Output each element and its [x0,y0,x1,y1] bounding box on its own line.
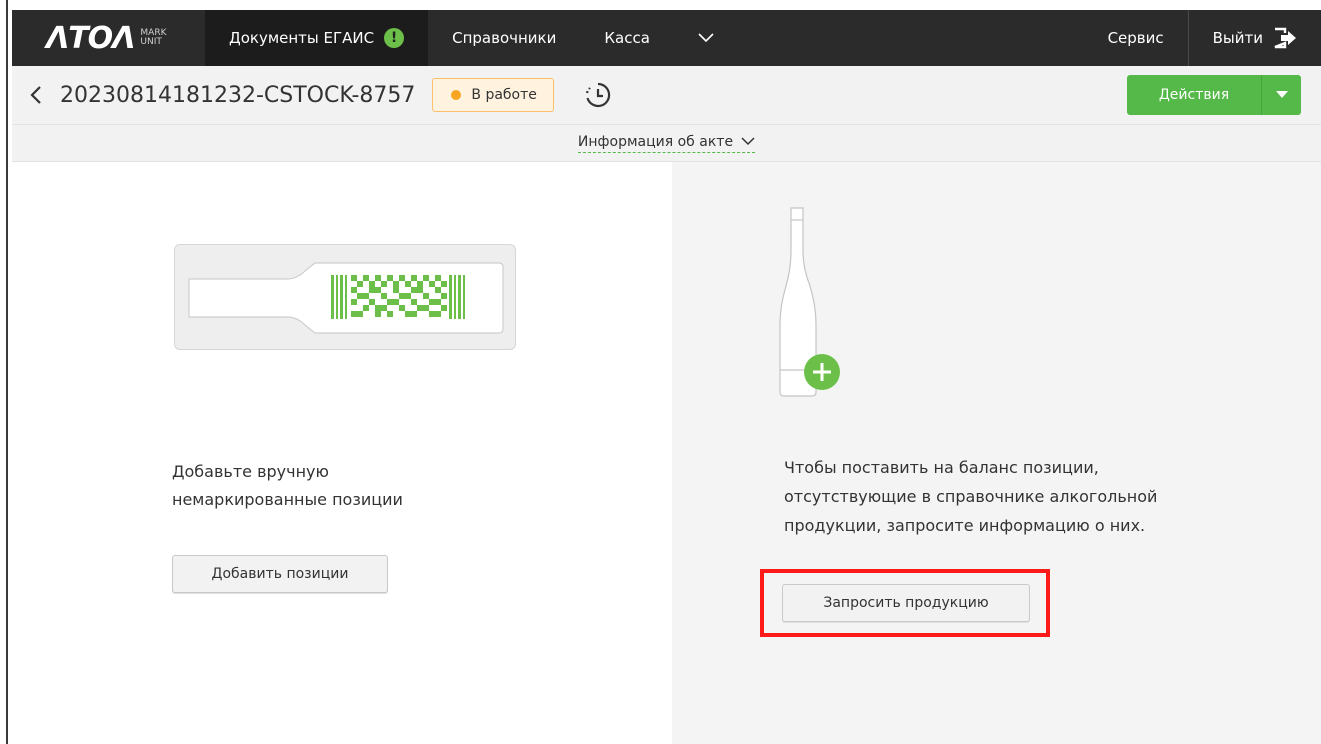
chevron-left-icon [30,86,41,104]
manual-add-panel: Добавьте вручную немаркированные позиции… [12,162,672,744]
chevron-down-icon [698,33,714,43]
add-positions-button[interactable]: Добавить позиции [172,555,388,593]
description-line: Добавьте вручную [172,462,329,481]
actions-button[interactable]: Действия [1127,75,1261,115]
description-line: отсутствующие в справочнике алкогольной [784,487,1158,506]
description-line: немаркированные позиции [172,490,403,509]
act-info-toggle[interactable]: Информация об акте [577,133,756,153]
status-dot-icon [451,90,462,100]
nav-more-dropdown[interactable] [674,10,738,66]
actions-dropdown-button[interactable] [1261,75,1301,115]
logout-button[interactable]: Выйти [1187,10,1321,66]
back-button[interactable] [12,85,60,105]
request-products-description: Чтобы поставить на баланс позиции, отсут… [784,453,1157,540]
bottle-add-icon [779,207,840,397]
page-title: 20230814181232-CSTOCK-8757 [60,82,416,108]
history-button[interactable] [584,81,612,109]
bottle-barcode-icon [188,262,504,334]
description-line: Чтобы поставить на баланс позиции, [784,458,1099,477]
nav-item-directories[interactable]: Справочники [428,10,580,66]
description-line: продукции, запросите информацию о них. [784,516,1146,535]
alert-badge-icon: ! [384,28,405,48]
window-edge [0,0,12,744]
top-navigation: ΛΤΟΛ MARK UNIT Документы ЕГАИС ! Справоч… [12,10,1321,66]
nav-item-label: Справочники [452,29,557,47]
atol-logo[interactable]: ΛΤΟΛ MARK UNIT [12,10,205,66]
history-icon [585,82,611,108]
chevron-down-icon [741,137,755,146]
logout-label: Выйти [1212,29,1263,47]
nav-item-cashbox[interactable]: Касса [580,10,674,66]
nav-item-label: Касса [604,29,650,47]
manual-add-description: Добавьте вручную немаркированные позиции [172,458,403,514]
logo-word: ΛΤΟΛ [46,20,135,56]
request-products-button[interactable]: Запросить продукцию [782,584,1030,622]
document-header: 20230814181232-CSTOCK-8757 В работе Дейс… [12,66,1321,124]
logo-subtitle: MARK UNIT [140,28,167,47]
logout-icon [1274,27,1296,49]
nav-item-label: Сервис [1107,29,1164,47]
act-info-label: Информация об акте [577,133,734,150]
nav-item-egais-documents[interactable]: Документы ЕГАИС ! [205,10,429,66]
actions-split-button: Действия [1127,75,1301,115]
status-label: В работе [471,87,537,103]
nav-item-label: Документы ЕГАИС [229,29,375,47]
request-products-panel: Чтобы поставить на баланс позиции, отсут… [672,162,1321,744]
info-bar: Информация об акте [12,124,1321,162]
bottle-label-illustration [174,244,516,350]
nav-item-service[interactable]: Сервис [1084,10,1188,66]
status-badge: В работе [432,78,554,112]
caret-down-icon [1275,91,1288,98]
